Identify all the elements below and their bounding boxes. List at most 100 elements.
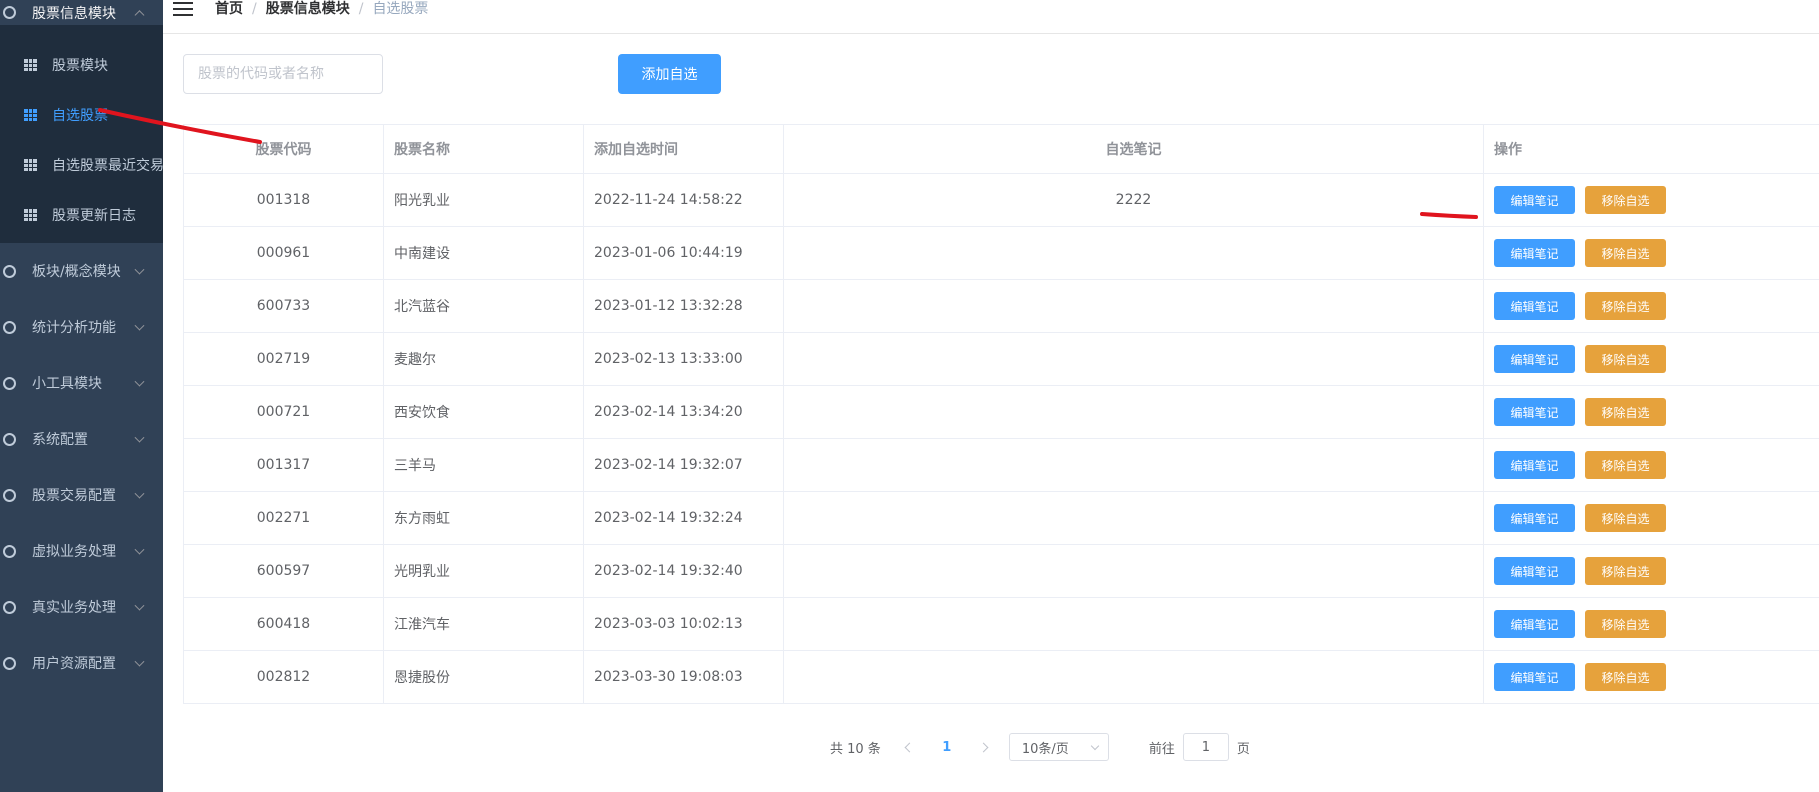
sidebar-item-update-log[interactable]: 股票更新日志 [0,190,163,240]
menu-trade-config[interactable]: 股票交易配置 [0,467,163,523]
edit-note-button[interactable]: 编辑笔记 [1494,451,1575,479]
menu-system-config[interactable]: 系统配置 [0,411,163,467]
breadcrumb: 首页 / 股票信息模块 / 自选股票 [215,0,428,18]
cell-time: 2023-02-13 13:33:00 [583,332,784,386]
table-row: 001317 三羊马 2023-02-14 19:32:07 编辑笔记 移除自选 [183,438,1819,492]
cell-name: 江淮汽车 [383,597,584,651]
breadcrumb-home[interactable]: 首页 [215,0,243,18]
menu-label: 系统配置 [32,432,88,448]
remove-watchlist-button[interactable]: 移除自选 [1585,345,1666,373]
cell-note [783,597,1484,651]
pagination-total: 共 10 条 [830,741,881,757]
chevron-left-icon[interactable] [895,733,925,761]
menu-label: 用户资源配置 [32,656,116,672]
menu-circle-icon [3,432,16,446]
grid-icon [24,109,37,121]
menu-label: 真实业务处理 [32,600,116,616]
cell-name: 光明乳业 [383,544,584,598]
remove-watchlist-button[interactable]: 移除自选 [1585,451,1666,479]
table-row: 600418 江淮汽车 2023-03-03 10:02:13 编辑笔记 移除自选 [183,597,1819,651]
chevron-down-icon [134,376,145,387]
remove-watchlist-button[interactable]: 移除自选 [1585,610,1666,638]
hamburger-icon[interactable] [173,2,193,16]
cell-name: 恩捷股份 [383,650,584,704]
cell-time: 2023-01-12 13:32:28 [583,279,784,333]
remove-watchlist-button[interactable]: 移除自选 [1585,239,1666,267]
remove-watchlist-button[interactable]: 移除自选 [1585,504,1666,532]
edit-note-button[interactable]: 编辑笔记 [1494,186,1575,214]
remove-watchlist-button[interactable]: 移除自选 [1585,292,1666,320]
chevron-down-icon [134,488,145,499]
chevron-down-icon [134,544,145,555]
breadcrumb-current: 自选股票 [372,1,429,17]
pagination-page[interactable]: 1 [925,740,969,755]
menu-stock-info[interactable]: 股票信息模块 [0,0,163,25]
edit-note-button[interactable]: 编辑笔记 [1494,557,1575,585]
cell-code: 600597 [183,544,384,598]
table-row: 001318 阳光乳业 2022-11-24 14:58:22 2222 编辑笔记 移除自… [183,173,1819,227]
cell-code: 002271 [183,491,384,545]
edit-note-button[interactable]: 编辑笔记 [1494,663,1575,691]
cell-name: 西安饮食 [383,385,584,439]
sidebar-item-watchlist[interactable]: 自选股票 [0,90,163,140]
cell-time: 2023-02-14 13:34:20 [583,385,784,439]
sidebar-item-label: 股票模块 [52,58,108,74]
menu-statistics[interactable]: 统计分析功能 [0,299,163,355]
menu-sector[interactable]: 板块/概念模块 [0,243,163,299]
table-row: 002719 麦趣尔 2023-02-13 13:33:00 编辑笔记 移除自选 [183,332,1819,386]
menu-tools[interactable]: 小工具模块 [0,355,163,411]
chevron-down-icon [134,432,145,443]
menu-circle-icon [3,488,16,502]
cell-actions: 编辑笔记 移除自选 [1483,650,1819,704]
cell-name: 三羊马 [383,438,584,492]
page-size-value: 10条/页 [1021,741,1069,757]
cell-actions: 编辑笔记 移除自选 [1483,226,1819,280]
cell-code: 001318 [183,173,384,227]
remove-watchlist-button[interactable]: 移除自选 [1585,398,1666,426]
menu-label: 虚拟业务处理 [32,544,116,560]
breadcrumb-module[interactable]: 股票信息模块 [266,0,350,18]
sidebar-item-stock-module[interactable]: 股票模块 [0,40,163,90]
sidebar-item-watchlist-recent-trades[interactable]: 自选股票最近交易 [0,140,163,190]
grid-icon [24,159,37,171]
table-row: 600597 光明乳业 2023-02-14 19:32:40 编辑笔记 移除自选 [183,544,1819,598]
table-row: 000961 中南建设 2023-01-06 10:44:19 编辑笔记 移除自选 [183,226,1819,280]
menu-circle-icon [3,264,16,278]
edit-note-button[interactable]: 编辑笔记 [1494,398,1575,426]
cell-note [783,332,1484,386]
edit-note-button[interactable]: 编辑笔记 [1494,610,1575,638]
edit-note-button[interactable]: 编辑笔记 [1494,345,1575,373]
edit-note-button[interactable]: 编辑笔记 [1494,292,1575,320]
cell-actions: 编辑笔记 移除自选 [1483,491,1819,545]
menu-user-resources[interactable]: 用户资源配置 [0,635,163,691]
sidebar-item-label: 自选股票最近交易 [52,158,163,174]
cell-name: 中南建设 [383,226,584,280]
edit-note-button[interactable]: 编辑笔记 [1494,239,1575,267]
chevron-right-icon[interactable] [969,733,999,761]
submenu-stock-info: 股票模块 自选股票 自选股票最近交易 股票更新日志 [0,25,163,243]
cell-name: 北汽蓝谷 [383,279,584,333]
table-row: 002812 恩捷股份 2023-03-30 19:08:03 编辑笔记 移除自选 [183,650,1819,704]
remove-watchlist-button[interactable]: 移除自选 [1585,663,1666,691]
menu-circle-icon [3,656,16,670]
cell-time: 2023-03-03 10:02:13 [583,597,784,651]
remove-watchlist-button[interactable]: 移除自选 [1585,557,1666,585]
sidebar-item-label: 股票更新日志 [52,208,136,224]
grid-icon [24,209,37,221]
search-input[interactable] [183,54,383,94]
menu-real-business[interactable]: 真实业务处理 [0,579,163,635]
pagination: 共 10 条 1 10条/页 前往 页 [830,733,1250,761]
page-size-select[interactable]: 10条/页 [1008,733,1109,761]
chevron-down-icon [134,264,145,275]
edit-note-button[interactable]: 编辑笔记 [1494,504,1575,532]
cell-time: 2023-03-30 19:08:03 [583,650,784,704]
menu-circle-icon [3,544,16,558]
breadcrumb-separator: / [252,1,257,17]
cell-time: 2023-01-06 10:44:19 [583,226,784,280]
remove-watchlist-button[interactable]: 移除自选 [1585,186,1666,214]
cell-actions: 编辑笔记 移除自选 [1483,438,1819,492]
add-watchlist-button[interactable]: 添加自选 [618,54,721,94]
menu-virtual-business[interactable]: 虚拟业务处理 [0,523,163,579]
cell-code: 000721 [183,385,384,439]
jumper-input[interactable] [1182,733,1229,761]
